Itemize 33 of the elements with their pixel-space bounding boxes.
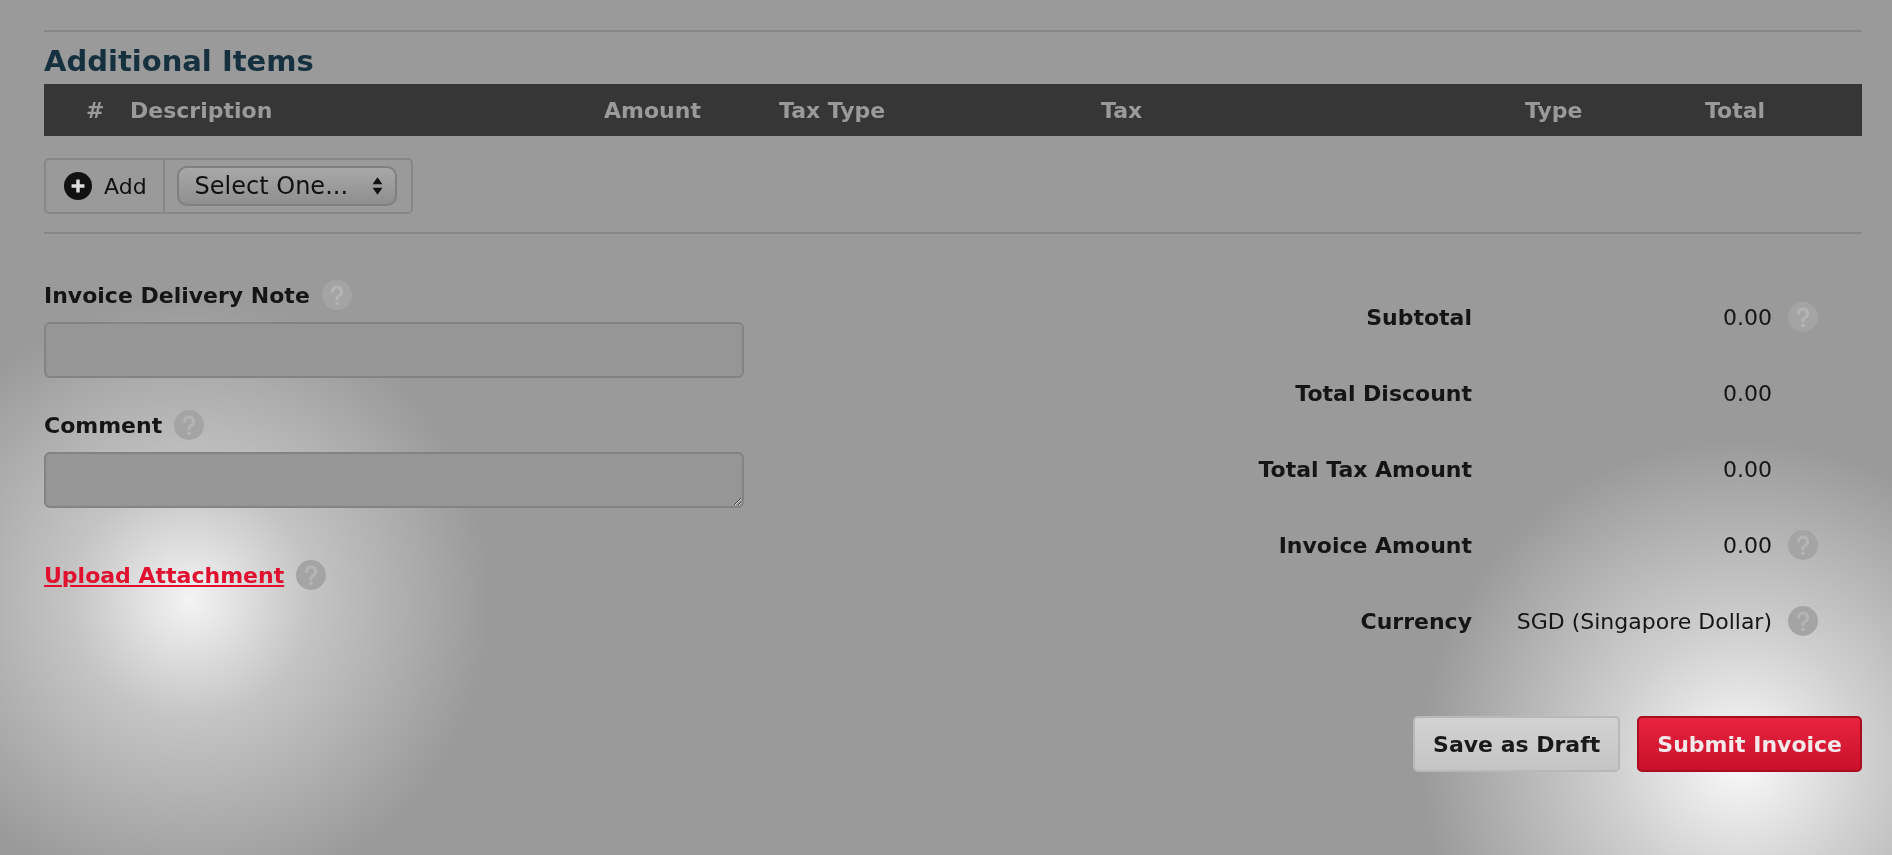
help-icon[interactable] [1788,606,1818,636]
upload-attachment-link[interactable]: Upload Attachment [44,562,285,588]
save-draft-button[interactable]: Save as Draft [1413,716,1621,772]
column-header: Tax [1101,97,1144,123]
column-header: Amount [604,97,702,123]
total-label: Subtotal [1365,304,1472,330]
submit-button[interactable]: Submit Invoice [1637,716,1862,772]
column-header: Total [1705,97,1767,123]
total-value: 0.00 [1722,304,1772,330]
help-icon[interactable] [296,560,327,590]
up-down-arrows-icon [372,176,383,196]
total-label: Total Discount [1294,380,1472,406]
column-header: Tax Type [779,97,887,123]
help-icon[interactable] [1788,302,1818,332]
input-field[interactable] [44,322,744,378]
total-value: 0.00 [1722,456,1772,482]
plus-icon [64,172,92,200]
total-value: 0.00 [1722,380,1772,406]
total-value: SGD (Singapore Dollar) [1515,608,1772,634]
total-label: Total Tax Amount [1257,456,1472,482]
help-icon[interactable] [321,280,352,310]
column-header: # [86,97,106,123]
text-area[interactable] [44,452,744,508]
column-header: Type [1525,97,1584,123]
field-label: Comment [44,412,163,438]
column-header: Description [130,97,274,123]
section-title: Additional Items [44,44,315,78]
total-label: Invoice Amount [1277,532,1472,558]
add-button[interactable]: Add [46,160,165,212]
total-value: 0.00 [1722,532,1772,558]
field-label: Invoice Delivery Note [44,282,310,308]
total-label: Currency [1359,608,1472,634]
item-select[interactable]: Select One... [176,166,397,206]
